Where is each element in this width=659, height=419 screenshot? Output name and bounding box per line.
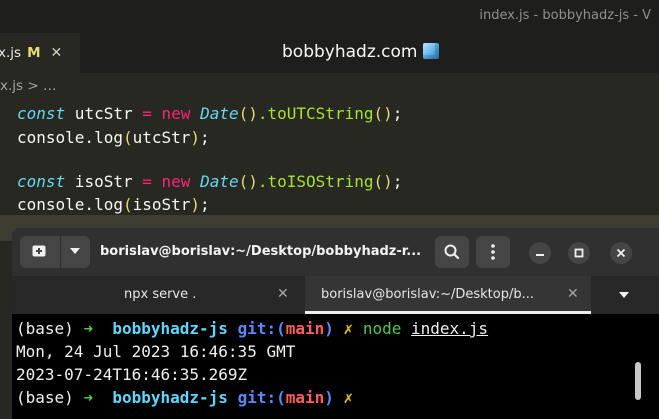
window-title: index.js - bobbyhadz-js - V: [479, 8, 651, 23]
terminal-title: borislav@borislav:~/Desktop/bobbyhadz-r.…: [100, 244, 422, 259]
prompt-directory: bobbyhadz-js: [93, 388, 238, 407]
editor-tab-index-js[interactable]: x.js M ✕: [0, 33, 80, 73]
method-call: .toISOString: [257, 172, 374, 191]
parens: (): [238, 104, 258, 123]
search-button[interactable]: [435, 236, 469, 268]
button-separator: [60, 236, 61, 268]
console-log: console.log: [17, 195, 123, 214]
close-tab-icon[interactable]: ✕: [567, 286, 579, 302]
watermark: bobbyhadz.com: [282, 42, 440, 62]
identifier: isoStr: [65, 172, 143, 191]
code-line-4[interactable]: const isoStr = new Date().toISOString();: [17, 170, 402, 194]
git-label: git:(: [237, 319, 286, 338]
identifier: utcStr: [65, 104, 143, 123]
maximize-icon: [574, 248, 584, 258]
keyword: const: [17, 172, 66, 191]
console-log: console.log: [17, 128, 123, 147]
paren-close: ): [190, 195, 201, 214]
prompt-directory: bobbyhadz-js: [93, 319, 238, 338]
cube-icon: [423, 43, 440, 59]
tabs-dropdown-icon[interactable]: [619, 292, 629, 298]
chevron-down-icon[interactable]: [70, 248, 80, 254]
operator: =: [142, 104, 152, 123]
close-tab-icon[interactable]: ✕: [51, 45, 63, 61]
semicolon: ;: [392, 172, 403, 191]
close-window-button[interactable]: [610, 242, 632, 264]
prompt-line: (base) ➜ bobbyhadz-js git:(main) ✗: [16, 387, 353, 409]
dirty-marker-icon: ✗: [333, 319, 363, 338]
semicolon: ;: [392, 104, 403, 123]
type-name: Date: [200, 172, 239, 191]
paren-open: (: [122, 195, 133, 214]
conda-env: (base): [16, 388, 84, 407]
paren-close: ): [190, 128, 201, 147]
terminal-tab-label: npx serve .: [124, 287, 197, 302]
minimize-button[interactable]: [529, 242, 551, 264]
method-call: .toUTCString: [257, 104, 374, 123]
keyword: const: [17, 104, 66, 123]
terminal-header-bar: borislav@borislav:~/Desktop/bobbyhadz-r.…: [12, 228, 659, 276]
git-label-close: ): [324, 319, 334, 338]
code-line-5[interactable]: console.log(isoStr);: [17, 193, 210, 217]
terminal-tab-label: borislav@borislav:~/Desktop/b...: [321, 287, 534, 302]
output-line: Mon, 24 Jul 2023 16:46:35 GMT: [16, 342, 296, 361]
search-icon: [444, 244, 460, 260]
minimize-icon: [536, 254, 544, 256]
parens: (): [238, 172, 258, 191]
semicolon: ;: [200, 195, 210, 214]
editor-tab-filename: x.js: [0, 45, 22, 61]
git-branch: main: [285, 319, 325, 338]
watermark-text: bobbyhadz.com: [282, 42, 418, 62]
close-tab-icon[interactable]: ✕: [277, 286, 289, 302]
git-branch: main: [285, 388, 325, 407]
terminal-tab-npx-serve[interactable]: npx serve . ✕: [12, 276, 305, 314]
terminal-window: borislav@borislav:~/Desktop/bobbyhadz-r.…: [12, 228, 659, 419]
prompt-line: (base) ➜ bobbyhadz-js git:(main) ✗ node …: [16, 318, 488, 340]
terminal-output[interactable]: (base) ➜ bobbyhadz-js git:(main) ✗ node …: [12, 314, 659, 419]
argument: utcStr: [132, 128, 191, 147]
keyword-new: new: [161, 104, 191, 123]
paren-open: (: [122, 128, 133, 147]
keyword-new: new: [161, 172, 191, 191]
semicolon: ;: [200, 128, 210, 147]
maximize-button[interactable]: [568, 242, 590, 264]
parens: (): [373, 172, 393, 191]
new-tab-icon: [32, 245, 46, 257]
command-argument: index.js: [411, 319, 489, 338]
command: node: [362, 319, 411, 338]
modified-badge: M: [27, 45, 41, 61]
new-tab-button[interactable]: [20, 236, 90, 268]
terminal-scrollbar[interactable]: [635, 362, 641, 400]
terminal-tab-bar: npx serve . ✕ borislav@borislav:~/Deskto…: [12, 276, 659, 314]
git-label-close: ): [324, 388, 334, 407]
dirty-marker-icon: ✗: [333, 388, 354, 407]
argument: isoStr: [132, 195, 191, 214]
parens: (): [373, 104, 393, 123]
prompt-arrow-icon: ➜: [83, 388, 94, 407]
output-line: 2023-07-24T16:46:35.269Z: [16, 365, 248, 384]
close-icon: [616, 248, 626, 258]
code-line-1[interactable]: const utcStr = new Date().toUTCString();: [17, 102, 402, 126]
git-label: git:(: [237, 388, 286, 407]
menu-button[interactable]: [476, 236, 510, 268]
code-line-2[interactable]: console.log(utcStr);: [17, 126, 210, 150]
breadcrumb: x.js > …: [0, 78, 57, 94]
conda-env: (base): [16, 319, 84, 338]
operator: =: [142, 172, 152, 191]
prompt-arrow-icon: ➜: [83, 319, 94, 338]
kebab-menu-icon: [491, 244, 495, 260]
type-name: Date: [200, 104, 239, 123]
editor-title-bar: index.js - bobbyhadz-js - V: [0, 0, 659, 33]
terminal-tab-active[interactable]: borislav@borislav:~/Desktop/b... ✕: [305, 276, 591, 314]
